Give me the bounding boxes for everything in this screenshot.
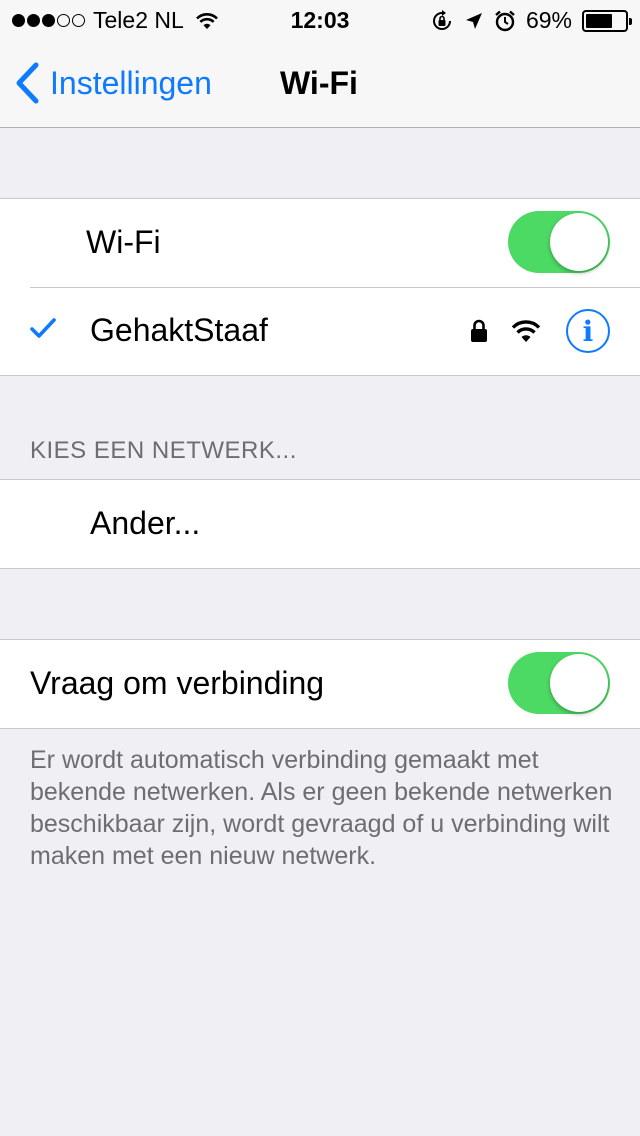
battery-icon — [582, 9, 632, 32]
carrier-name: Tele2 NL — [93, 7, 184, 33]
network-icons: i — [470, 309, 610, 353]
wifi-signal-icon — [511, 320, 541, 342]
other-network-row[interactable]: Ander... — [0, 480, 640, 568]
connected-network-row[interactable]: GehaktStaaf i — [0, 287, 640, 375]
lock-icon — [471, 319, 487, 342]
ask-join-label: Vraag om verbinding — [30, 665, 325, 701]
status-left: Tele2 NL — [12, 7, 220, 34]
status-bar: Tele2 NL 12:03 69% — [0, 0, 640, 40]
back-button-label: Instellingen — [50, 64, 212, 101]
other-network-label: Ander... — [90, 505, 201, 541]
network-name: GehaktStaaf — [90, 312, 268, 348]
toggle-knob — [550, 654, 608, 712]
signal-strength-icon — [12, 14, 85, 27]
status-right: 69% — [430, 7, 632, 34]
info-icon: i — [582, 314, 594, 348]
ask-join-footer: Er wordt automatisch verbinding gemaakt … — [30, 746, 613, 870]
battery-percentage: 69% — [525, 7, 572, 33]
ask-join-toggle[interactable] — [508, 652, 610, 714]
wifi-icon — [195, 12, 218, 29]
ask-join-row: Vraag om verbinding — [0, 640, 640, 728]
section-header-choose-network: KIES EEN NETWERK... — [30, 437, 297, 464]
choose-network-group: Ander... — [0, 479, 640, 569]
wifi-group: Wi-Fi GehaktStaaf i — [0, 198, 640, 376]
toggle-knob — [550, 213, 608, 271]
wifi-row: Wi-Fi — [0, 199, 640, 287]
checkmark-icon — [30, 318, 56, 338]
location-icon — [465, 12, 482, 29]
alarm-icon — [495, 10, 515, 31]
orientation-lock-icon — [432, 9, 451, 30]
navigation-bar: Instellingen Wi-Fi — [0, 40, 640, 128]
wifi-toggle[interactable] — [508, 211, 610, 273]
screen: Tele2 NL 12:03 69% Instellingen Wi-Fi Wi… — [0, 0, 640, 1136]
chevron-left-icon — [16, 62, 39, 104]
wifi-label: Wi-Fi — [86, 224, 161, 260]
battery-level — [586, 13, 613, 28]
page-title: Wi-Fi — [280, 65, 358, 101]
back-button[interactable]: Instellingen — [14, 62, 212, 104]
ask-join-group: Vraag om verbinding — [0, 639, 640, 729]
network-info-button[interactable]: i — [566, 309, 610, 353]
